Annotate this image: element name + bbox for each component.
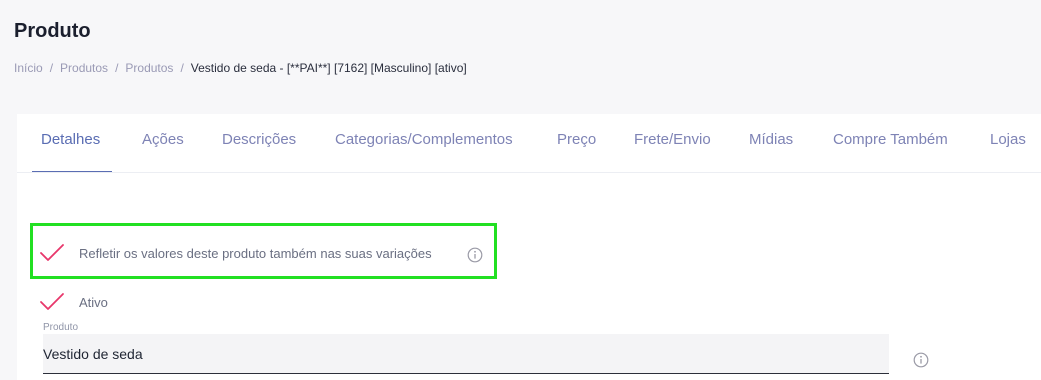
product-name-input[interactable] <box>43 334 889 374</box>
tab-midias[interactable]: Mídias <box>749 131 793 148</box>
tab-divider <box>17 172 1041 173</box>
page-title: Produto <box>14 20 91 42</box>
tab-categorias-complementos[interactable]: Categorias/Complementos <box>335 131 513 148</box>
info-icon[interactable] <box>467 247 483 263</box>
reflect-variations-checkbox[interactable]: Refletir os valores deste produto também… <box>39 242 432 264</box>
product-field-label: Produto <box>43 322 79 333</box>
breadcrumb-item-produtos[interactable]: Produtos <box>60 61 108 75</box>
tab-lojas[interactable]: Lojas <box>990 131 1026 148</box>
active-checkbox[interactable]: Ativo <box>39 291 108 313</box>
breadcrumb-separator: / <box>49 61 54 75</box>
breadcrumb-separator: / <box>115 61 119 75</box>
tab-preco[interactable]: Preço <box>557 131 596 148</box>
checkmark-icon <box>40 293 64 310</box>
product-card: Detalhes Ações Descrições Categorias/Com… <box>17 114 1041 380</box>
breadcrumb-separator: / <box>180 61 184 75</box>
checkmark-icon <box>40 244 64 261</box>
tab-bar: Detalhes Ações Descrições Categorias/Com… <box>17 114 1041 172</box>
tab-frete-envio[interactable]: Frete/Envio <box>634 131 711 148</box>
tab-compre-tambem[interactable]: Compre Também <box>833 131 948 148</box>
breadcrumb-item-inicio[interactable]: Início <box>14 61 43 75</box>
tab-detalhes[interactable]: Detalhes <box>41 131 100 148</box>
breadcrumb-item-produtos-list[interactable]: Produtos <box>125 61 173 75</box>
reflect-variations-label: Refletir os valores deste produto também… <box>79 245 432 261</box>
info-icon[interactable] <box>913 352 929 368</box>
active-label: Ativo <box>79 294 108 310</box>
tab-descricoes[interactable]: Descrições <box>222 131 296 148</box>
breadcrumb-current: Vestido de seda - [**PAI**] [7162] [Masc… <box>190 61 467 75</box>
tab-acoes[interactable]: Ações <box>142 131 184 148</box>
breadcrumb: Início / Produtos / Produtos / Vestido de seda… <box>14 61 467 75</box>
